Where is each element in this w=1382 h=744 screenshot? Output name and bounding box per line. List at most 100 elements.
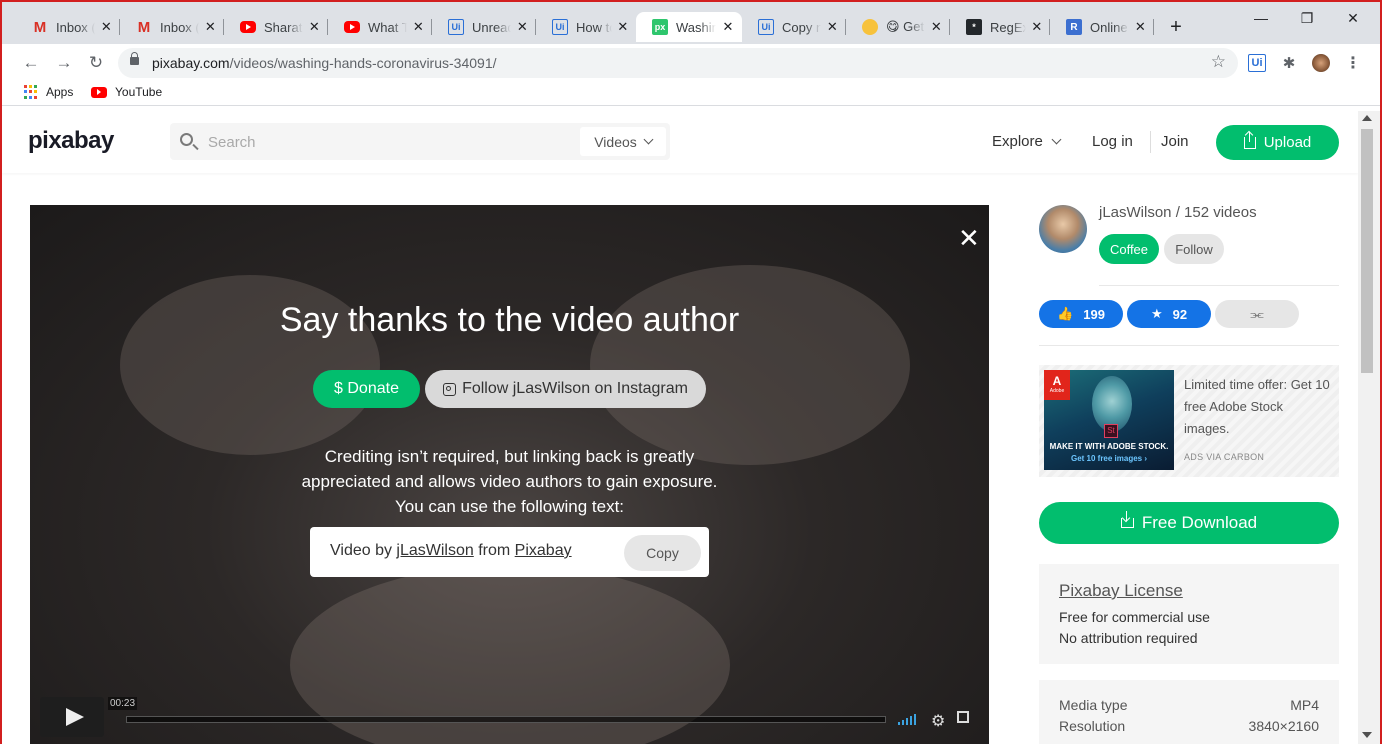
video-player[interactable]: ✕ Say thanks to the video author $ Donat…: [30, 205, 989, 744]
volume-icon[interactable]: [898, 713, 916, 725]
ad-text[interactable]: Limited time offer: Get 10 free Adobe St…: [1184, 374, 1332, 440]
free-download-button[interactable]: Free Download: [1039, 502, 1339, 544]
instagram-follow-button[interactable]: Follow jLasWilson on Instagram: [425, 370, 706, 408]
search-icon[interactable]: [180, 133, 193, 146]
scroll-up-icon[interactable]: [1362, 115, 1372, 121]
tab-sharath[interactable]: Sharath ✕: [224, 12, 328, 42]
bookmark-apps[interactable]: Apps: [24, 85, 73, 99]
youtube-icon: [91, 86, 107, 98]
tab-what[interactable]: What T ✕: [328, 12, 432, 42]
extensions-puzzle-icon[interactable]: ✱: [1280, 54, 1298, 72]
tab-how-to[interactable]: Ui How to ✕: [536, 12, 636, 42]
license-line: Free for commercial use: [1059, 609, 1210, 625]
like-button[interactable]: 👍 199: [1039, 300, 1123, 328]
window-close-icon[interactable]: ✕: [1330, 10, 1376, 27]
attribution-box: Video by jLasWilson from Pixabay Copy: [310, 527, 709, 577]
coffee-button[interactable]: Coffee: [1099, 234, 1159, 264]
uipath-icon: Ui: [448, 19, 464, 35]
tab-separator: [1153, 19, 1154, 35]
media-info-box: Media type MP4 Resolution 3840×2160: [1039, 680, 1339, 744]
uipath-extension-icon[interactable]: Ui: [1248, 54, 1266, 72]
new-tab-icon[interactable]: +: [1165, 16, 1187, 39]
video-progress-bar[interactable]: [126, 716, 886, 723]
overlay-close-icon[interactable]: ✕: [958, 225, 980, 251]
ad-box[interactable]: A Adobe St MAKE IT WITH ADOBE STOCK. Get …: [1039, 365, 1339, 477]
tab-close-icon[interactable]: ✕: [929, 19, 944, 35]
tab-close-icon[interactable]: ✕: [1133, 19, 1148, 35]
search-input[interactable]: [208, 131, 568, 153]
tab-close-icon[interactable]: ✕: [616, 19, 630, 35]
upload-button[interactable]: Upload: [1216, 125, 1339, 160]
author-link[interactable]: jLasWilson: [396, 542, 473, 559]
gmail-icon: M: [137, 18, 151, 36]
search-bar: Videos: [170, 123, 670, 160]
tab-close-icon[interactable]: ✕: [307, 19, 322, 35]
minimize-icon[interactable]: —: [1238, 10, 1284, 26]
fullscreen-icon[interactable]: [957, 711, 969, 723]
profile-avatar-icon[interactable]: [1312, 54, 1330, 72]
author-avatar[interactable]: [1039, 205, 1087, 253]
scrollbar-thumb[interactable]: [1361, 129, 1373, 373]
chrome-menu-icon[interactable]: ⋮: [1344, 54, 1362, 72]
tab-inbox-1[interactable]: M Inbox ( ✕: [16, 12, 120, 42]
tab-title: Inbox (: [56, 19, 95, 35]
play-icon[interactable]: [40, 697, 104, 737]
gmail-icon: M: [33, 18, 47, 36]
scroll-down-icon[interactable]: [1362, 732, 1372, 738]
maximize-icon[interactable]: ❐: [1284, 10, 1330, 27]
tab-title: 😋 Get: [886, 19, 925, 34]
donate-button[interactable]: $ Donate: [313, 370, 420, 408]
tab-copy[interactable]: Ui Copy n ✕: [742, 12, 846, 42]
browser-window: M Inbox ( ✕ M Inbox ( ✕ Sharath ✕ What T…: [0, 0, 1382, 744]
page-content: pixabay Videos Explore Log in Join Uploa…: [2, 111, 1358, 744]
license-link[interactable]: Pixabay License: [1059, 581, 1183, 601]
tab-title: Copy n: [782, 19, 821, 35]
ad-image-cta: Get 10 free images ›: [1070, 454, 1148, 463]
address-bar[interactable]: pixabay.com/videos/washing-hands-coronav…: [118, 48, 1238, 78]
bookmark-star-icon[interactable]: ☆: [1211, 52, 1226, 72]
explore-menu[interactable]: Explore: [992, 133, 1062, 150]
tab-unread[interactable]: Ui Unread ✕: [432, 12, 536, 42]
tab-title: What T: [368, 19, 407, 35]
media-value: 3840×2160: [1248, 718, 1319, 734]
favorite-button[interactable]: ★ 92: [1127, 300, 1211, 328]
author-line[interactable]: jLasWilson / 152 videos: [1099, 204, 1257, 221]
tab-close-icon[interactable]: ✕: [411, 19, 426, 35]
bookmark-label: YouTube: [115, 85, 163, 99]
tab-close-icon[interactable]: ✕: [99, 19, 114, 35]
thanks-heading: Say thanks to the video author: [279, 301, 740, 339]
bookmark-youtube[interactable]: YouTube: [91, 85, 162, 99]
tab-regexr[interactable]: * RegExr ✕: [950, 12, 1050, 42]
ad-image[interactable]: A Adobe St MAKE IT WITH ADOBE STOCK. Get …: [1044, 370, 1174, 470]
reload-icon[interactable]: ↻: [85, 52, 107, 74]
tab-washing-active[interactable]: px Washin ✕: [636, 12, 742, 42]
copy-button[interactable]: Copy: [624, 535, 701, 571]
tab-close-icon[interactable]: ✕: [825, 19, 840, 35]
ad-via[interactable]: ADS VIA CARBON: [1184, 452, 1264, 462]
pixabay-link[interactable]: Pixabay: [515, 542, 572, 559]
tab-title: Online: [1090, 19, 1128, 35]
tab-close-icon[interactable]: ✕: [720, 19, 736, 35]
back-icon[interactable]: ←: [20, 52, 42, 74]
forward-icon[interactable]: →: [53, 52, 75, 74]
tab-close-icon[interactable]: ✕: [1030, 19, 1044, 35]
join-link[interactable]: Join: [1161, 133, 1189, 150]
settings-gear-icon[interactable]: ⚙: [931, 711, 945, 731]
tab-close-icon[interactable]: ✕: [515, 19, 530, 35]
tab-online[interactable]: R Online ✕: [1050, 12, 1154, 42]
share-button[interactable]: ⫘: [1215, 300, 1299, 328]
tab-title: Inbox (: [160, 19, 199, 35]
media-type-dropdown[interactable]: Videos: [580, 127, 666, 156]
login-link[interactable]: Log in: [1092, 133, 1133, 150]
tab-inbox-2[interactable]: M Inbox ( ✕: [120, 12, 224, 42]
pixabay-logo[interactable]: pixabay: [28, 127, 114, 155]
tab-close-icon[interactable]: ✕: [203, 19, 218, 35]
follow-button[interactable]: Follow: [1164, 234, 1224, 264]
chevron-down-icon: [1051, 134, 1062, 145]
tab-get[interactable]: 😋 Get ✕: [846, 12, 950, 42]
credit-line: You can use the following text:: [394, 497, 625, 516]
like-count: 199: [1083, 306, 1105, 322]
page-scrollbar[interactable]: [1358, 111, 1380, 744]
credit-line: Crediting isn’t required, but linking ba…: [324, 447, 695, 466]
video-controls: 00:23 ⚙: [40, 697, 979, 739]
